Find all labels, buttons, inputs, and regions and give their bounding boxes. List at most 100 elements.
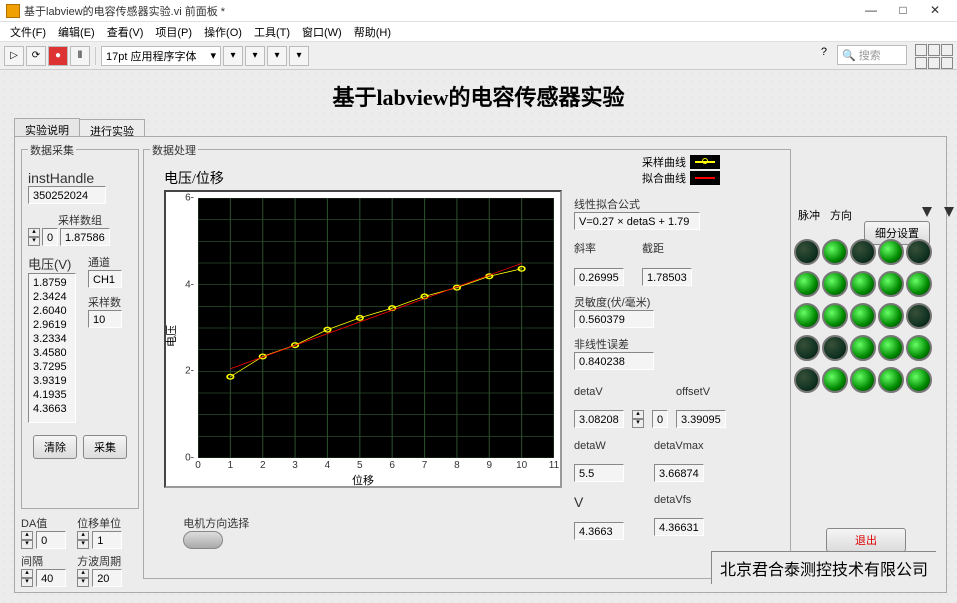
- v-label: V: [574, 494, 624, 510]
- detavfs-label: detaVfs: [654, 494, 704, 506]
- detavmax-value: 3.66874: [654, 464, 704, 482]
- offset-index[interactable]: 0: [652, 410, 668, 428]
- array-index[interactable]: 0: [42, 228, 58, 246]
- channel-label: 通道: [88, 254, 130, 270]
- group-proc-label: 数据处理: [150, 142, 198, 158]
- led-indicator: [822, 367, 848, 393]
- menu-help[interactable]: 帮助(H): [348, 24, 397, 40]
- da-label: DA值: [21, 515, 66, 531]
- chart-title: 电压/位移: [164, 168, 562, 188]
- menu-edit[interactable]: 编辑(E): [52, 24, 101, 40]
- period-spinner[interactable]: ▴▾: [77, 569, 89, 587]
- page-title: 基于labview的电容传感器实验: [0, 70, 957, 118]
- search-input[interactable]: 🔍搜索: [837, 45, 907, 65]
- window-title: 基于labview的电容传感器实验.vi 前面板 *: [24, 3, 855, 19]
- search-placeholder: 搜索: [859, 47, 881, 63]
- led-indicator: [794, 335, 820, 361]
- offsetv-value: 3.39095: [676, 410, 726, 428]
- legend-sample-label: 采样曲线: [642, 154, 686, 170]
- exit-button[interactable]: 退出: [826, 528, 906, 552]
- led-indicator: [822, 335, 848, 361]
- led-indicator: [794, 303, 820, 329]
- group-acq-label: 数据采集: [28, 142, 76, 158]
- acquire-button[interactable]: 采集: [83, 435, 127, 459]
- gap-spinner[interactable]: ▴▾: [21, 569, 33, 587]
- clear-button[interactable]: 清除: [33, 435, 77, 459]
- plot-legend: 采样曲线 拟合曲线: [642, 154, 720, 186]
- x-axis: 01234567891011: [198, 460, 554, 474]
- offset-spinner[interactable]: ▴▾: [632, 410, 644, 428]
- detavfs-value: 4.36631: [654, 518, 704, 536]
- array-index-spinner[interactable]: ▴▾: [28, 228, 40, 246]
- gap-value[interactable]: 40: [36, 569, 66, 587]
- pulse-label: 脉冲: [798, 207, 820, 237]
- period-value[interactable]: 20: [92, 569, 122, 587]
- led-indicator: [906, 239, 932, 265]
- help-icon[interactable]: ?: [821, 46, 827, 58]
- abort-button[interactable]: ●: [48, 46, 68, 66]
- channel-value[interactable]: CH1: [88, 270, 122, 288]
- unit-label: 位移单位: [77, 515, 122, 531]
- insthandle-value[interactable]: 350252024: [28, 186, 106, 204]
- samples-value[interactable]: 10: [88, 310, 122, 328]
- detav-label: detaV: [574, 386, 624, 398]
- voltage-list[interactable]: 1.8759 2.3424 2.6040 2.9619 3.2334 3.458…: [28, 273, 76, 423]
- detaw-value: 5.5: [574, 464, 624, 482]
- formula-label: 线性拟合公式: [574, 196, 784, 212]
- menu-project[interactable]: 项目(P): [149, 24, 198, 40]
- readouts: 线性拟合公式 V=0.27 × detaS + 1.79 斜率 0.26995 …: [574, 190, 784, 540]
- detavmax-label: detaVmax: [654, 440, 704, 452]
- array-value[interactable]: 1.87586: [60, 228, 110, 246]
- close-button[interactable]: ✕: [919, 1, 951, 21]
- resize-button[interactable]: ▾: [267, 46, 287, 66]
- nonlinearity-value: 0.840238: [574, 352, 654, 370]
- led-indicator: [850, 335, 876, 361]
- reorder-button[interactable]: ▾: [289, 46, 309, 66]
- menu-bar: 文件(F) 编辑(E) 查看(V) 项目(P) 操作(O) 工具(T) 窗口(W…: [0, 22, 957, 42]
- pause-button[interactable]: Ⅱ: [70, 46, 90, 66]
- menu-window[interactable]: 窗口(W): [296, 24, 348, 40]
- x-axis-label: 位移: [352, 472, 374, 488]
- chart: 电压/位移 电压 0-2-4-6- 01234567891011 位移: [164, 168, 562, 490]
- offsetv-label: offsetV: [676, 386, 726, 398]
- intercept-label: 截距: [642, 240, 692, 256]
- led-indicator: [878, 271, 904, 297]
- led-indicator: [822, 239, 848, 265]
- run-cont-button[interactable]: ⟳: [26, 46, 46, 66]
- toolbar: ▷ ⟳ ● Ⅱ 17pt 应用程序字体▾ ▾ ▾ ▾ ▾ 🔍搜索 ?: [0, 42, 957, 70]
- led-indicator: [794, 271, 820, 297]
- led-indicator: [906, 303, 932, 329]
- led-indicator: [850, 239, 876, 265]
- slope-value: 0.26995: [574, 268, 624, 286]
- samples-label: 采样数: [88, 294, 130, 310]
- tab-page: 数据采集 instHandle 350252024 采样数组 ▴▾ 0 1.87…: [14, 136, 947, 593]
- menu-view[interactable]: 查看(V): [101, 24, 150, 40]
- y-axis-label: 电压: [163, 325, 179, 347]
- distribute-button[interactable]: ▾: [245, 46, 265, 66]
- minimize-button[interactable]: —: [855, 1, 887, 21]
- plot-frame[interactable]: 电压 0-2-4-6- 01234567891011 位移: [164, 190, 562, 488]
- formula-value: V=0.27 × detaS + 1.79: [574, 212, 700, 230]
- align-button[interactable]: ▾: [223, 46, 243, 66]
- led-indicator: [794, 367, 820, 393]
- unit-value[interactable]: 1: [92, 531, 122, 549]
- connector-pane[interactable]: [915, 44, 953, 69]
- group-acquisition: 数据采集 instHandle 350252024 采样数组 ▴▾ 0 1.87…: [21, 149, 139, 509]
- maximize-button[interactable]: □: [887, 1, 919, 21]
- menu-file[interactable]: 文件(F): [4, 24, 52, 40]
- company-label: 北京君合泰测控技术有限公司: [711, 551, 936, 584]
- led-indicator: [850, 303, 876, 329]
- unit-spinner[interactable]: ▴▾: [77, 531, 89, 549]
- led-indicator: [822, 271, 848, 297]
- led-indicator: [906, 271, 932, 297]
- font-selector[interactable]: 17pt 应用程序字体▾: [101, 46, 221, 66]
- da-spinner[interactable]: ▴▾: [21, 531, 33, 549]
- font-label: 17pt 应用程序字体: [106, 48, 196, 64]
- menu-tools[interactable]: 工具(T): [248, 24, 296, 40]
- voltage-label: 电压(V): [28, 254, 84, 273]
- run-button[interactable]: ▷: [4, 46, 24, 66]
- detav-value: 3.08208: [574, 410, 624, 428]
- menu-operate[interactable]: 操作(O): [198, 24, 248, 40]
- da-value[interactable]: 0: [36, 531, 66, 549]
- led-indicator: [850, 271, 876, 297]
